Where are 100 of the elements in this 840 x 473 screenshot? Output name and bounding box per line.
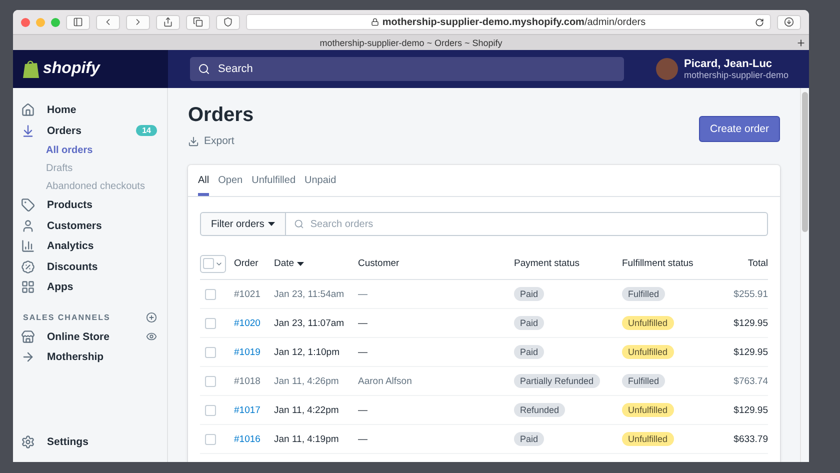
scrollbar[interactable] [800, 88, 809, 462]
address-field[interactable]: mothership-supplier-demo.myshopify.com/admin/orders [246, 14, 771, 30]
tab[interactable]: Unpaid [304, 165, 336, 196]
tab-title: mothership-supplier-demo ~ Orders ~ Shopify [320, 38, 502, 48]
total-cell-text: $763.74 [732, 376, 768, 386]
select-all-checkbox[interactable] [200, 254, 226, 272]
column-header[interactable]: Date [274, 258, 294, 269]
date-cell-text: Jan 12, 1:10pm [274, 346, 340, 358]
section-label: SALES CHANNELS [23, 312, 110, 322]
tag-icon [21, 198, 35, 212]
row-checkbox[interactable] [205, 434, 216, 444]
nav-sublink[interactable]: All orders [21, 141, 167, 159]
count-badge: 14 [136, 125, 157, 136]
zoom-icon[interactable] [51, 18, 60, 26]
order-link[interactable]: #1018 [234, 376, 274, 386]
date-cell-text: Jan 11, 4:26pm [274, 376, 340, 386]
forward-button[interactable] [126, 14, 150, 30]
reload-icon[interactable] [755, 18, 764, 26]
customer-cell-text: — [358, 288, 368, 300]
nav-link[interactable]: Apps [47, 281, 167, 294]
nav-link[interactable]: Discounts [47, 260, 167, 273]
fulfillment-status: Unfulfilled [622, 345, 674, 359]
column-header: Total [748, 258, 768, 269]
share-icon [163, 17, 173, 27]
total-cell-text: $633.79 [732, 434, 768, 444]
fulfillment-status: Unfulfilled [622, 432, 674, 446]
date-cell-text: Jan 23, 11:54am [274, 288, 346, 300]
user-name: Picard, Jean-Luc [684, 58, 774, 70]
search-field[interactable]: Search [190, 57, 624, 81]
tabs-button[interactable] [186, 14, 210, 30]
order-link[interactable]: #1020 [234, 318, 274, 328]
sidebar-icon [73, 17, 83, 27]
total-cell-text: $255.91 [732, 288, 768, 300]
order-link[interactable]: #1017 [234, 404, 274, 416]
row-checkbox[interactable] [205, 288, 216, 300]
row-checkbox[interactable] [205, 404, 216, 416]
add-icon[interactable] [146, 312, 157, 322]
nav-link[interactable]: Online Store [47, 330, 134, 343]
payment-status: Paid [514, 316, 544, 330]
fulfillment-status: Unfulfilled [622, 316, 674, 330]
order-link[interactable]: #1019 [234, 346, 274, 358]
row-checkbox[interactable] [205, 318, 216, 328]
downloads-button[interactable] [777, 14, 801, 30]
customer-cell-text: Aaron Alfson [358, 376, 413, 386]
lock-icon [371, 18, 380, 26]
payment-status: Paid [514, 345, 544, 359]
nav-link[interactable]: Analytics [47, 240, 167, 252]
bar-chart-icon [21, 239, 35, 254]
column-header: Order [234, 258, 258, 269]
total-cell-text: $129.95 [732, 346, 768, 358]
column-header: Payment status [514, 258, 580, 269]
payment-status: Paid [514, 432, 544, 446]
nav-link[interactable]: Home [47, 104, 167, 116]
download-tray-icon [21, 124, 35, 138]
fulfillment-status: Unfulfilled [622, 403, 674, 417]
fulfillment-status: Fulfilled [622, 287, 666, 301]
new-tab-icon[interactable] [796, 38, 806, 48]
avatar[interactable] [656, 58, 678, 80]
payment-status: Partially Refunded [514, 374, 600, 388]
customer-cell-text: — [358, 318, 368, 328]
nav-link[interactable]: Products [47, 199, 167, 212]
filter-button[interactable]: Filter orders [200, 212, 286, 236]
fulfillment-status: Fulfilled [622, 374, 666, 388]
logo[interactable]: shopify [43, 60, 100, 78]
privacy-button[interactable] [216, 14, 240, 30]
nav-link[interactable]: Mothership [47, 351, 167, 364]
create-order-button[interactable]: Create order [699, 116, 780, 142]
search-icon [294, 219, 304, 229]
tab[interactable]: All [198, 165, 210, 196]
date-cell-text: Jan 11, 4:19pm [274, 434, 340, 444]
apps-icon [21, 280, 35, 294]
nav-link[interactable]: Orders [47, 124, 124, 137]
column-header: Fulfillment status [622, 258, 694, 269]
tabs-icon [193, 17, 203, 27]
total-cell-text: $129.95 [732, 318, 768, 328]
tab[interactable]: Unfulfilled [252, 165, 296, 196]
nav-link[interactable]: Settings [47, 436, 167, 448]
row-checkbox[interactable] [205, 376, 216, 386]
export-button[interactable]: Export [188, 135, 234, 147]
date-cell-text: Jan 23, 11:07am [274, 318, 346, 328]
back-button[interactable] [96, 14, 120, 30]
order-link[interactable]: #1016 [234, 434, 274, 444]
search-icon [198, 63, 210, 75]
person-icon [21, 218, 35, 233]
sidebar-button[interactable] [66, 14, 90, 30]
customer-cell-text: — [358, 434, 368, 444]
nav-link[interactable]: Customers [47, 220, 167, 232]
store-icon [21, 330, 35, 344]
percent-icon [21, 260, 35, 274]
close-icon[interactable] [21, 18, 30, 26]
row-checkbox[interactable] [205, 346, 216, 358]
page-title: Orders [188, 104, 254, 127]
payment-status: Refunded [514, 403, 566, 417]
minimize-icon[interactable] [36, 18, 45, 26]
eye-icon[interactable] [146, 331, 157, 342]
date-cell-text: Jan 11, 4:22pm [274, 404, 340, 416]
order-link[interactable]: #1021 [234, 288, 274, 300]
customer-cell-text: — [358, 404, 368, 416]
tab[interactable]: Open [218, 165, 243, 196]
share-button[interactable] [156, 14, 180, 30]
